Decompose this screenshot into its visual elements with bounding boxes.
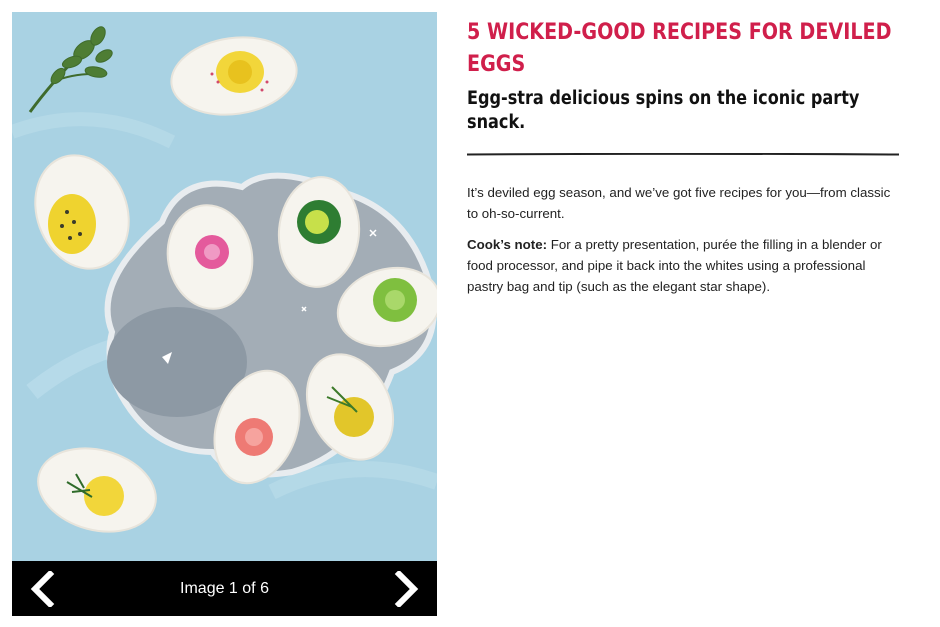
image-gallery: Image 1 of 6	[12, 12, 437, 616]
section-divider	[467, 153, 899, 156]
image-counter: Image 1 of 6	[180, 580, 269, 597]
cooks-note-label: Cook’s note:	[467, 237, 548, 252]
chevron-right-icon	[394, 570, 419, 607]
next-image-button[interactable]	[377, 561, 437, 616]
article-title: 5 WICKED-GOOD RECIPES FOR DEVILED EGGS	[467, 20, 892, 77]
gallery-image-deviled-eggs-illustration	[12, 12, 437, 561]
article-subtitle: Egg-stra delicious spins on the iconic p…	[467, 88, 860, 133]
deviled-eggs-illustration	[12, 12, 437, 561]
gallery-navigation-bar: Image 1 of 6	[12, 561, 437, 616]
article-content: 5 WICKED-GOOD RECIPES FOR DEVILED EGGS E…	[467, 17, 899, 297]
intro-paragraph: It’s deviled egg season, and we’ve got f…	[467, 185, 891, 221]
cooks-note-paragraph: Cook’s note: For a pretty presentation, …	[467, 234, 899, 297]
